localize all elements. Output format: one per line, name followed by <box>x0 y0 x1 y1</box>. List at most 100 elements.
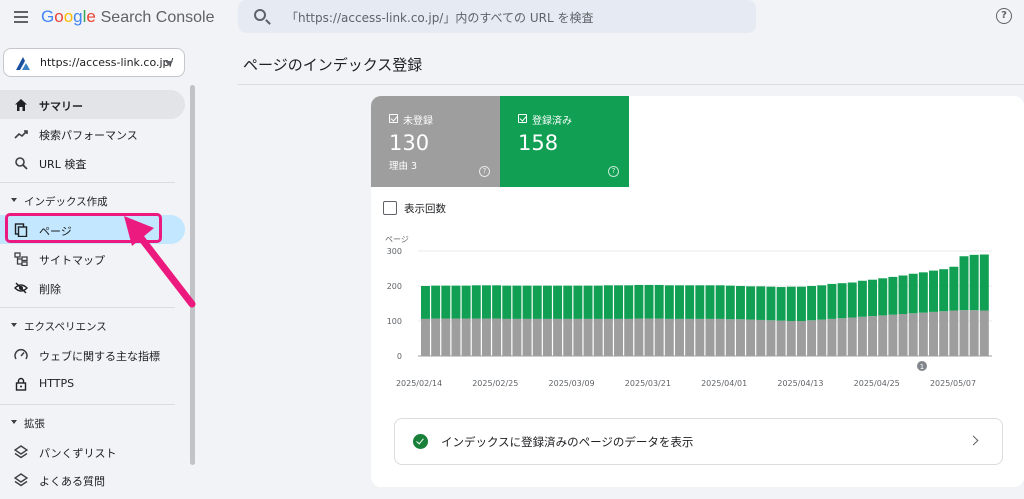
checkbox-checked-icon[interactable] <box>518 114 527 123</box>
bar-indexed <box>908 273 918 314</box>
sitemap-icon <box>14 252 28 266</box>
y-tick-label: 0 <box>397 352 402 361</box>
bar-not-indexed <box>532 318 542 356</box>
bar-not-indexed <box>431 318 441 356</box>
removal-eye-icon <box>14 282 28 294</box>
impressions-checkbox[interactable] <box>383 201 397 215</box>
bar-not-indexed <box>918 312 928 356</box>
bar-not-indexed <box>735 319 745 356</box>
bar-not-indexed <box>847 317 857 356</box>
property-selector[interactable]: https://access-link.co.jp/ <box>3 48 185 77</box>
sidebar-item-breadcrumbs[interactable]: パンくずリスト <box>0 437 185 466</box>
sidebar-item-core-web-vitals[interactable]: ウェブに関する主な指標 <box>0 340 185 369</box>
sidebar-item-label: 検索パフォーマンス <box>39 129 138 142</box>
bar-indexed <box>573 285 583 319</box>
bar-not-indexed <box>461 318 471 356</box>
bar-indexed <box>786 286 796 321</box>
sidebar-item-https[interactable]: HTTPS <box>0 369 185 398</box>
y-tick-label: 200 <box>387 282 402 291</box>
bar-not-indexed <box>868 316 878 356</box>
x-tick-label: 2025/04/13 <box>777 379 823 388</box>
bar-not-indexed <box>624 318 634 356</box>
bar-not-indexed <box>421 318 430 356</box>
bar-indexed <box>766 286 776 321</box>
sidebar-item-label: サイトマップ <box>39 254 105 267</box>
bar-not-indexed <box>441 318 451 356</box>
bar-indexed <box>878 278 888 316</box>
bar-indexed <box>461 285 471 319</box>
sidebar-item-faq[interactable]: よくある質問 <box>0 465 185 494</box>
bar-not-indexed <box>725 319 735 356</box>
bar-indexed <box>542 285 552 319</box>
bar-indexed <box>918 272 928 313</box>
menu-icon[interactable] <box>14 11 28 23</box>
x-tick-label: 2025/03/21 <box>625 379 671 388</box>
bar-indexed <box>705 285 715 319</box>
bar-not-indexed <box>959 310 969 356</box>
caret-down-icon <box>11 323 17 327</box>
google-logo-text: Google <box>41 7 96 26</box>
bar-not-indexed <box>563 318 573 356</box>
impressions-label: 表示回数 <box>404 203 446 215</box>
bar-indexed <box>715 285 725 319</box>
page-title: ページのインデックス登録 <box>243 56 423 74</box>
product-name: Search Console <box>100 9 215 26</box>
home-icon <box>15 99 27 111</box>
chevron-down-icon <box>165 61 173 66</box>
sidebar-item-url-inspection[interactable]: URL 検査 <box>0 148 185 177</box>
bar-indexed <box>634 284 644 319</box>
search-icon <box>15 157 28 170</box>
bar-indexed <box>451 285 461 319</box>
url-inspect-search[interactable]: 「https://access-link.co.jp/」内のすべての URL を… <box>238 0 756 33</box>
sidebar-item-summary[interactable]: サマリー <box>0 90 185 119</box>
bar-not-indexed <box>583 318 593 356</box>
bar-not-indexed <box>603 318 613 356</box>
bar-not-indexed <box>827 318 837 356</box>
bar-indexed <box>827 283 837 319</box>
help-icon[interactable]: ? <box>479 166 490 177</box>
bar-not-indexed <box>705 318 715 356</box>
bar-indexed <box>746 286 756 320</box>
tile-value: 158 <box>518 131 559 155</box>
bar-indexed <box>553 285 563 319</box>
bar-not-indexed <box>593 318 603 356</box>
sidebar-item-label: URL 検査 <box>39 158 87 171</box>
bar-indexed <box>725 285 735 320</box>
sidebar-item-label: よくある質問 <box>39 475 105 488</box>
help-icon[interactable]: ? <box>608 166 619 177</box>
bar-indexed <box>756 286 766 320</box>
divider <box>0 182 175 183</box>
bar-indexed <box>796 286 806 321</box>
y-tick-label: 100 <box>387 317 402 326</box>
indexing-report-card: 未登録 130 理由 3 ? 登録済み 158 ? 表示回数 ページ 300 200… <box>371 96 1024 487</box>
layers-icon <box>14 473 28 487</box>
app-logo[interactable]: Google Search Console <box>41 7 214 27</box>
bar-indexed <box>695 285 705 319</box>
bar-indexed <box>431 285 441 319</box>
trending-up-icon <box>14 130 28 139</box>
bar-indexed <box>654 284 664 319</box>
sidebar-item-performance[interactable]: 検索パフォーマンス <box>0 119 185 148</box>
view-indexed-pages-button[interactable]: インデックスに登録済みのページのデータを表示 <box>394 418 1003 465</box>
section-label: エクスペリエンス <box>24 321 107 333</box>
bar-not-indexed <box>796 321 806 356</box>
bar-indexed <box>614 285 624 319</box>
checkbox-checked-icon[interactable] <box>389 114 398 123</box>
bar-not-indexed <box>908 313 918 356</box>
help-icon[interactable]: ? <box>996 8 1012 24</box>
bar-indexed <box>857 280 867 317</box>
y-axis-label: ページ <box>385 235 409 244</box>
bar-not-indexed <box>746 319 756 356</box>
bar-indexed <box>603 285 613 319</box>
bar-not-indexed <box>807 320 817 356</box>
bar-indexed <box>868 279 878 317</box>
bar-not-indexed <box>542 318 552 356</box>
indexed-tile[interactable]: 登録済み 158 ? <box>500 96 629 187</box>
caret-down-icon <box>11 420 17 424</box>
bar-indexed <box>441 285 451 319</box>
search-input[interactable]: 「https://access-link.co.jp/」内のすべての URL を… <box>286 9 593 26</box>
bar-not-indexed <box>553 318 563 356</box>
not-indexed-tile[interactable]: 未登録 130 理由 3 ? <box>371 96 500 187</box>
bar-not-indexed <box>685 318 695 356</box>
bar-indexed <box>644 284 654 319</box>
